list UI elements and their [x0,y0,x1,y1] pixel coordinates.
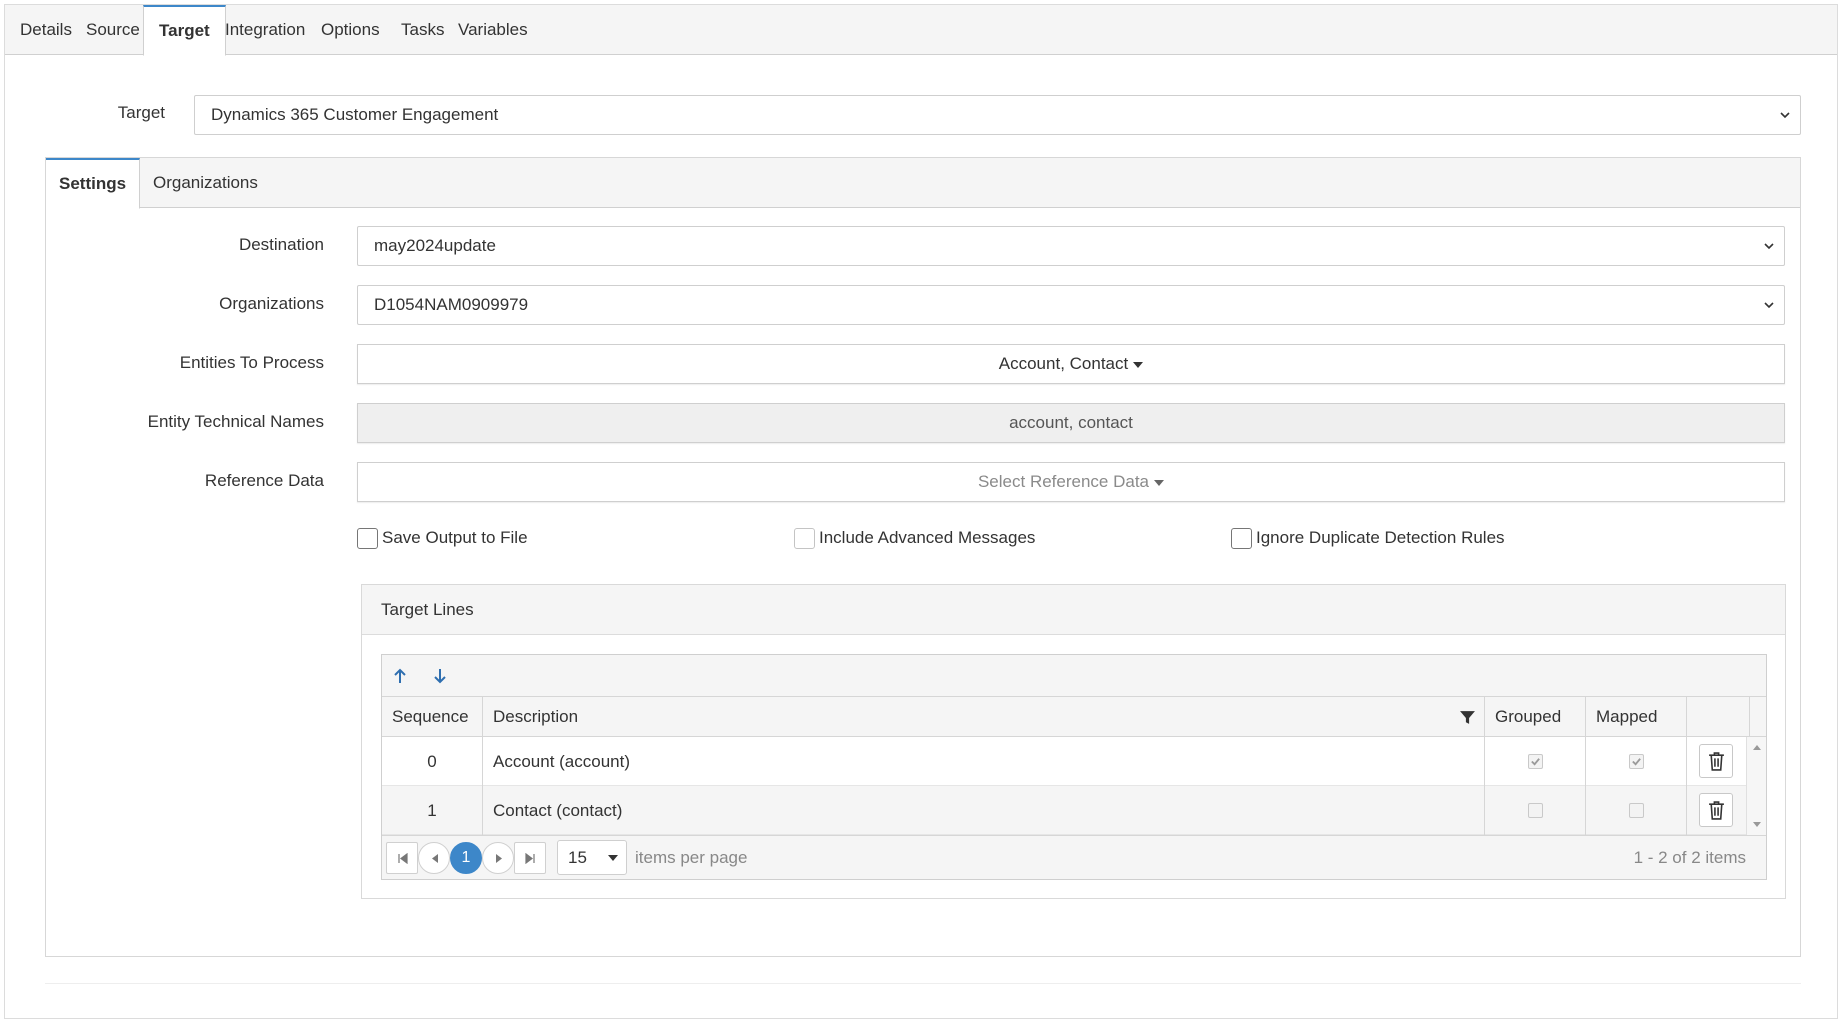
filter-icon[interactable] [1459,709,1476,726]
current-page-button[interactable]: 1 [450,842,482,874]
checkmark-icon [1632,758,1641,766]
row-actions-cell [1687,786,1748,835]
page-size-select[interactable]: 15 [557,840,627,875]
last-page-button[interactable] [514,842,546,874]
ignore-duplicate-label: Ignore Duplicate Detection Rules [1256,528,1505,547]
scroll-up-icon[interactable] [1752,743,1762,751]
previous-page-button[interactable] [418,842,450,874]
checkmark-icon [1531,758,1540,766]
delete-row-button[interactable] [1699,793,1733,827]
destination-value: may2024update [374,236,496,255]
advanced-messages-label: Include Advanced Messages [819,528,1036,547]
row-sequence: 1 [382,786,483,835]
row-actions-cell [1687,737,1748,786]
first-page-button[interactable] [386,842,418,874]
entities-value: Account, Contact [998,354,1129,373]
main-tab-bar: Details Source Target Integration Option… [5,5,1837,56]
target-select[interactable]: Dynamics 365 Customer Engagement [194,95,1801,135]
column-header-description[interactable]: Description [483,697,1485,737]
destination-label: Destination [238,235,324,254]
reference-data-label: Reference Data [204,471,324,490]
organizations-label: Organizations [219,294,324,313]
organizations-select[interactable]: D1054NAM0909979 [357,285,1785,325]
save-output-checkbox[interactable] [357,528,378,550]
pager-summary: 1 - 2 of 2 items [1633,848,1746,867]
save-output-label: Save Output to File [382,528,528,547]
ignore-duplicate-option[interactable]: Ignore Duplicate Detection Rules [1231,526,1505,550]
entity-technical-names-field: account, contact [357,403,1785,443]
column-header-actions [1687,697,1750,737]
tab-options[interactable]: Options [306,5,395,56]
caret-down-icon [1133,361,1144,368]
table-row[interactable]: 1 Contact (contact) [382,786,1748,835]
target-lines-panel: Target Lines Sequence Description Groupe… [361,584,1786,899]
next-page-button[interactable] [482,842,514,874]
page-size-value: 15 [568,848,587,867]
column-header-grouped[interactable]: Grouped [1485,697,1586,737]
trash-icon [1709,752,1724,771]
tab-settings[interactable]: Settings [46,158,141,209]
delete-row-button[interactable] [1699,744,1733,778]
next-page-icon [496,854,502,863]
tab-variables[interactable]: Variables [443,5,543,56]
column-header-sequence[interactable]: Sequence [382,697,483,737]
entities-label: Entities To Process [179,353,324,372]
grid-scrollbar[interactable] [1746,737,1766,835]
row-grouped-cell [1485,786,1586,835]
settings-tab-bar: Settings Organizations [46,158,1800,209]
save-output-option[interactable]: Save Output to File [357,526,528,550]
table-row[interactable]: 0 Account (account) [382,737,1748,786]
target-settings-frame: Details Source Target Integration Option… [4,4,1838,1019]
advanced-messages-option[interactable]: Include Advanced Messages [794,526,1035,550]
ignore-duplicate-checkbox[interactable] [1231,528,1252,550]
entities-multiselect[interactable]: Account, Contact [357,344,1785,384]
grid-header: Sequence Description Grouped Mapped [382,697,1766,737]
arrow-up-icon[interactable] [390,666,410,686]
destination-select[interactable]: may2024update [357,226,1785,266]
first-page-icon [398,853,408,864]
advanced-messages-checkbox[interactable] [794,528,815,550]
column-header-description-label: Description [493,707,579,726]
grouped-checkbox [1528,754,1543,769]
caret-down-icon [1154,479,1165,486]
entity-names-value: account, contact [1009,413,1133,432]
row-description: Contact (contact) [483,786,1485,835]
grid-toolbar [382,655,1766,697]
caret-down-icon [608,855,618,861]
target-lines-title: Target Lines [362,585,1785,635]
chevron-down-icon [1764,243,1774,250]
chevron-down-icon [1780,112,1790,119]
row-sequence: 0 [382,737,483,786]
tab-organizations[interactable]: Organizations [140,158,271,209]
entity-names-label: Entity Technical Names [147,412,324,431]
items-per-page-label: items per page [635,848,748,867]
reference-data-multiselect[interactable]: Select Reference Data [357,462,1785,502]
arrow-down-icon[interactable] [430,666,450,686]
target-lines-grid: Sequence Description Grouped Mapped 0 Ac… [381,654,1767,880]
target-label: Target [117,103,165,122]
trash-icon [1709,801,1724,820]
scroll-down-icon[interactable] [1752,821,1762,829]
reference-data-placeholder: Select Reference Data [977,472,1150,491]
chevron-down-icon [1764,302,1774,309]
divider [45,983,1801,984]
mapped-checkbox [1629,803,1644,818]
column-header-mapped[interactable]: Mapped [1586,697,1687,737]
row-grouped-cell [1485,737,1586,786]
grid-pager: 1 15 items per page 1 - 2 of 2 items [382,835,1766,879]
tab-integration[interactable]: Integration [210,5,320,56]
organizations-value: D1054NAM0909979 [374,295,529,314]
row-mapped-cell [1586,737,1687,786]
prev-page-icon [432,854,438,863]
mapped-checkbox [1629,754,1644,769]
grouped-checkbox [1528,803,1543,818]
target-select-value: Dynamics 365 Customer Engagement [211,105,499,124]
last-page-icon [525,853,535,864]
row-mapped-cell [1586,786,1687,835]
row-description: Account (account) [483,737,1485,786]
